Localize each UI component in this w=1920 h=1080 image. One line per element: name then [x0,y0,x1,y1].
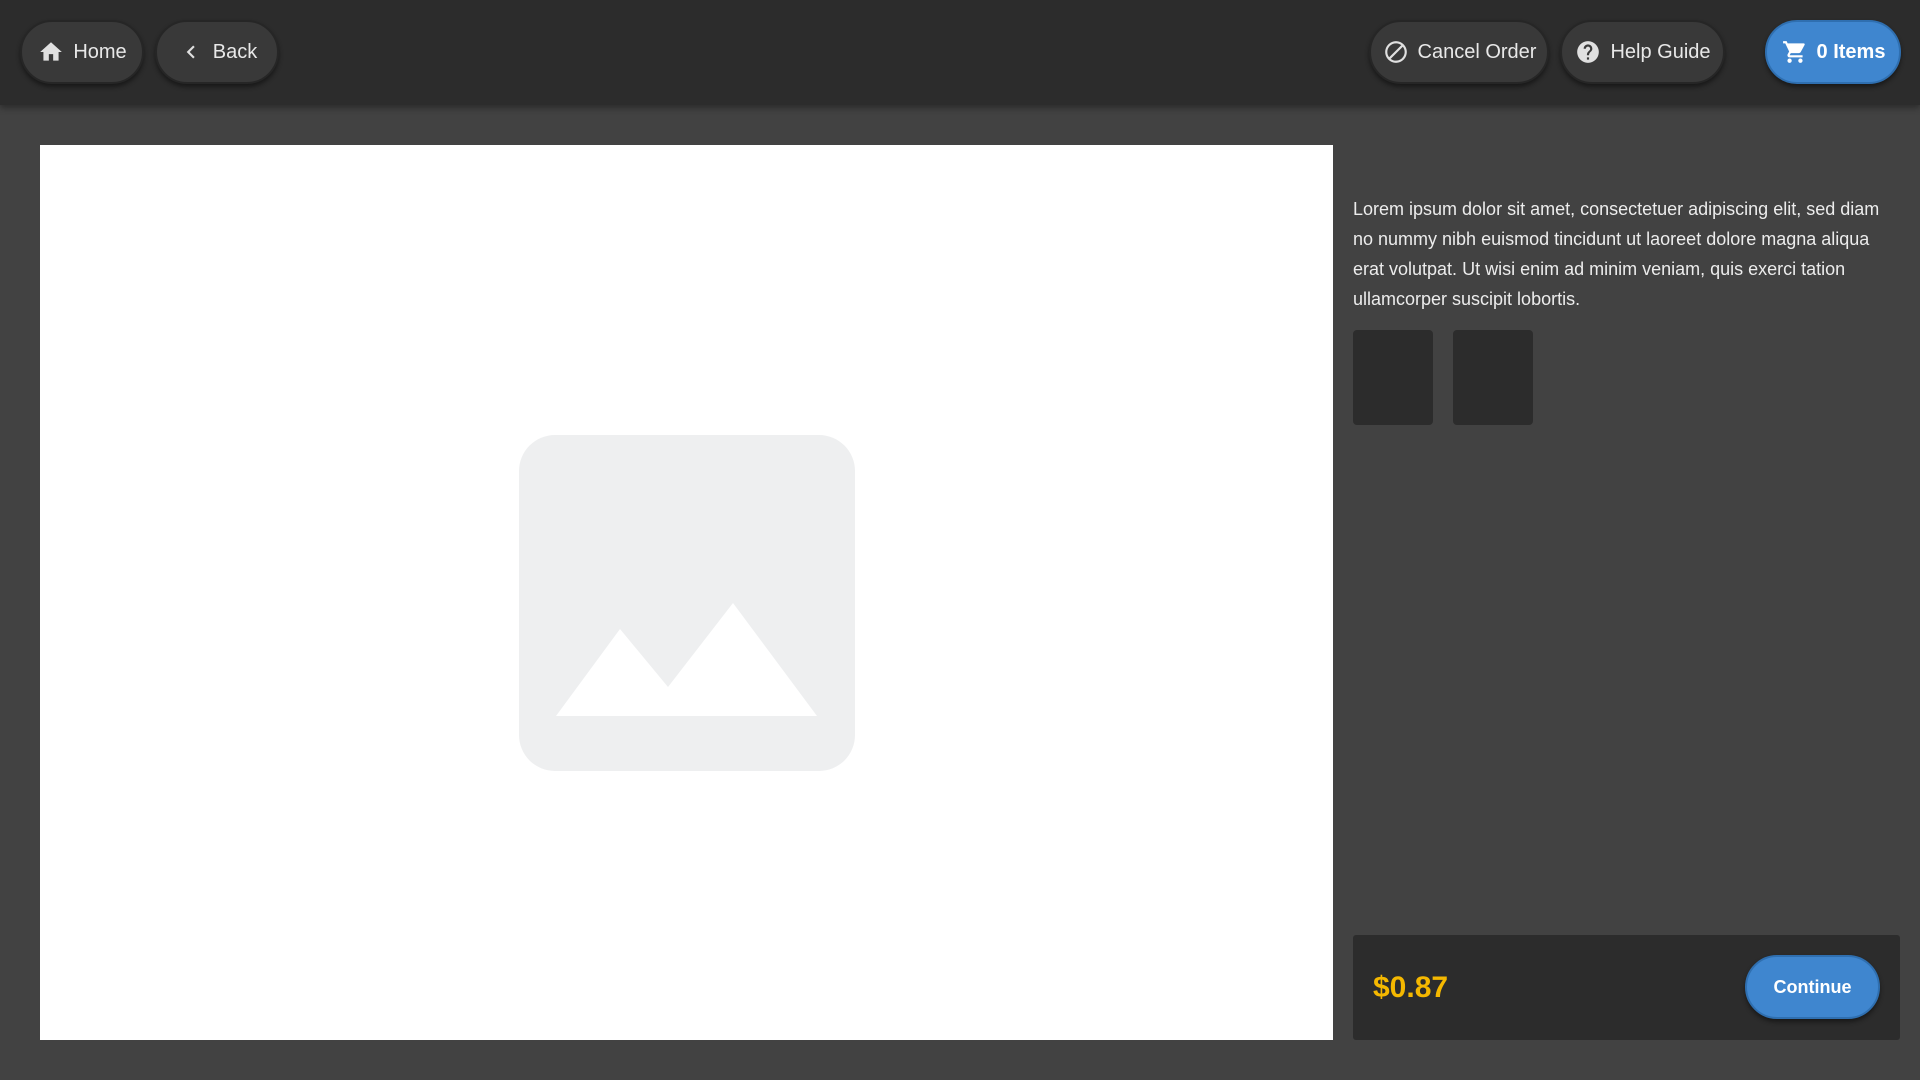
continue-button[interactable]: Continue [1745,955,1880,1019]
cancel-order-button[interactable]: Cancel Order [1369,20,1549,84]
block-icon [1382,38,1410,66]
image-placeholder-icon [519,435,855,771]
home-button[interactable]: Home [20,20,144,84]
home-icon [37,38,65,66]
back-button[interactable]: Back [155,20,279,84]
product-image-panel [40,145,1333,1040]
cart-count-label: 0 Items [1816,40,1886,63]
cart-icon [1781,38,1809,66]
product-description: Lorem ipsum dolor sit amet, consectetuer… [1353,199,1880,309]
help-guide-label: Help Guide [1610,40,1711,63]
home-button-label: Home [73,40,127,63]
option-tile[interactable] [1353,330,1433,425]
help-guide-button[interactable]: Help Guide [1560,20,1725,84]
order-footer: $0.87 Continue [1353,935,1900,1040]
cart-button[interactable]: 0 Items [1765,20,1901,84]
chevron-left-icon [177,38,205,66]
help-circle-icon [1574,38,1602,66]
price-label: $0.87 [1373,970,1449,1004]
cancel-order-label: Cancel Order [1417,40,1537,63]
top-bar: Home Back Cancel Order Help Guide 0 Item… [0,0,1920,105]
option-tile[interactable] [1453,330,1533,425]
back-button-label: Back [212,40,258,63]
